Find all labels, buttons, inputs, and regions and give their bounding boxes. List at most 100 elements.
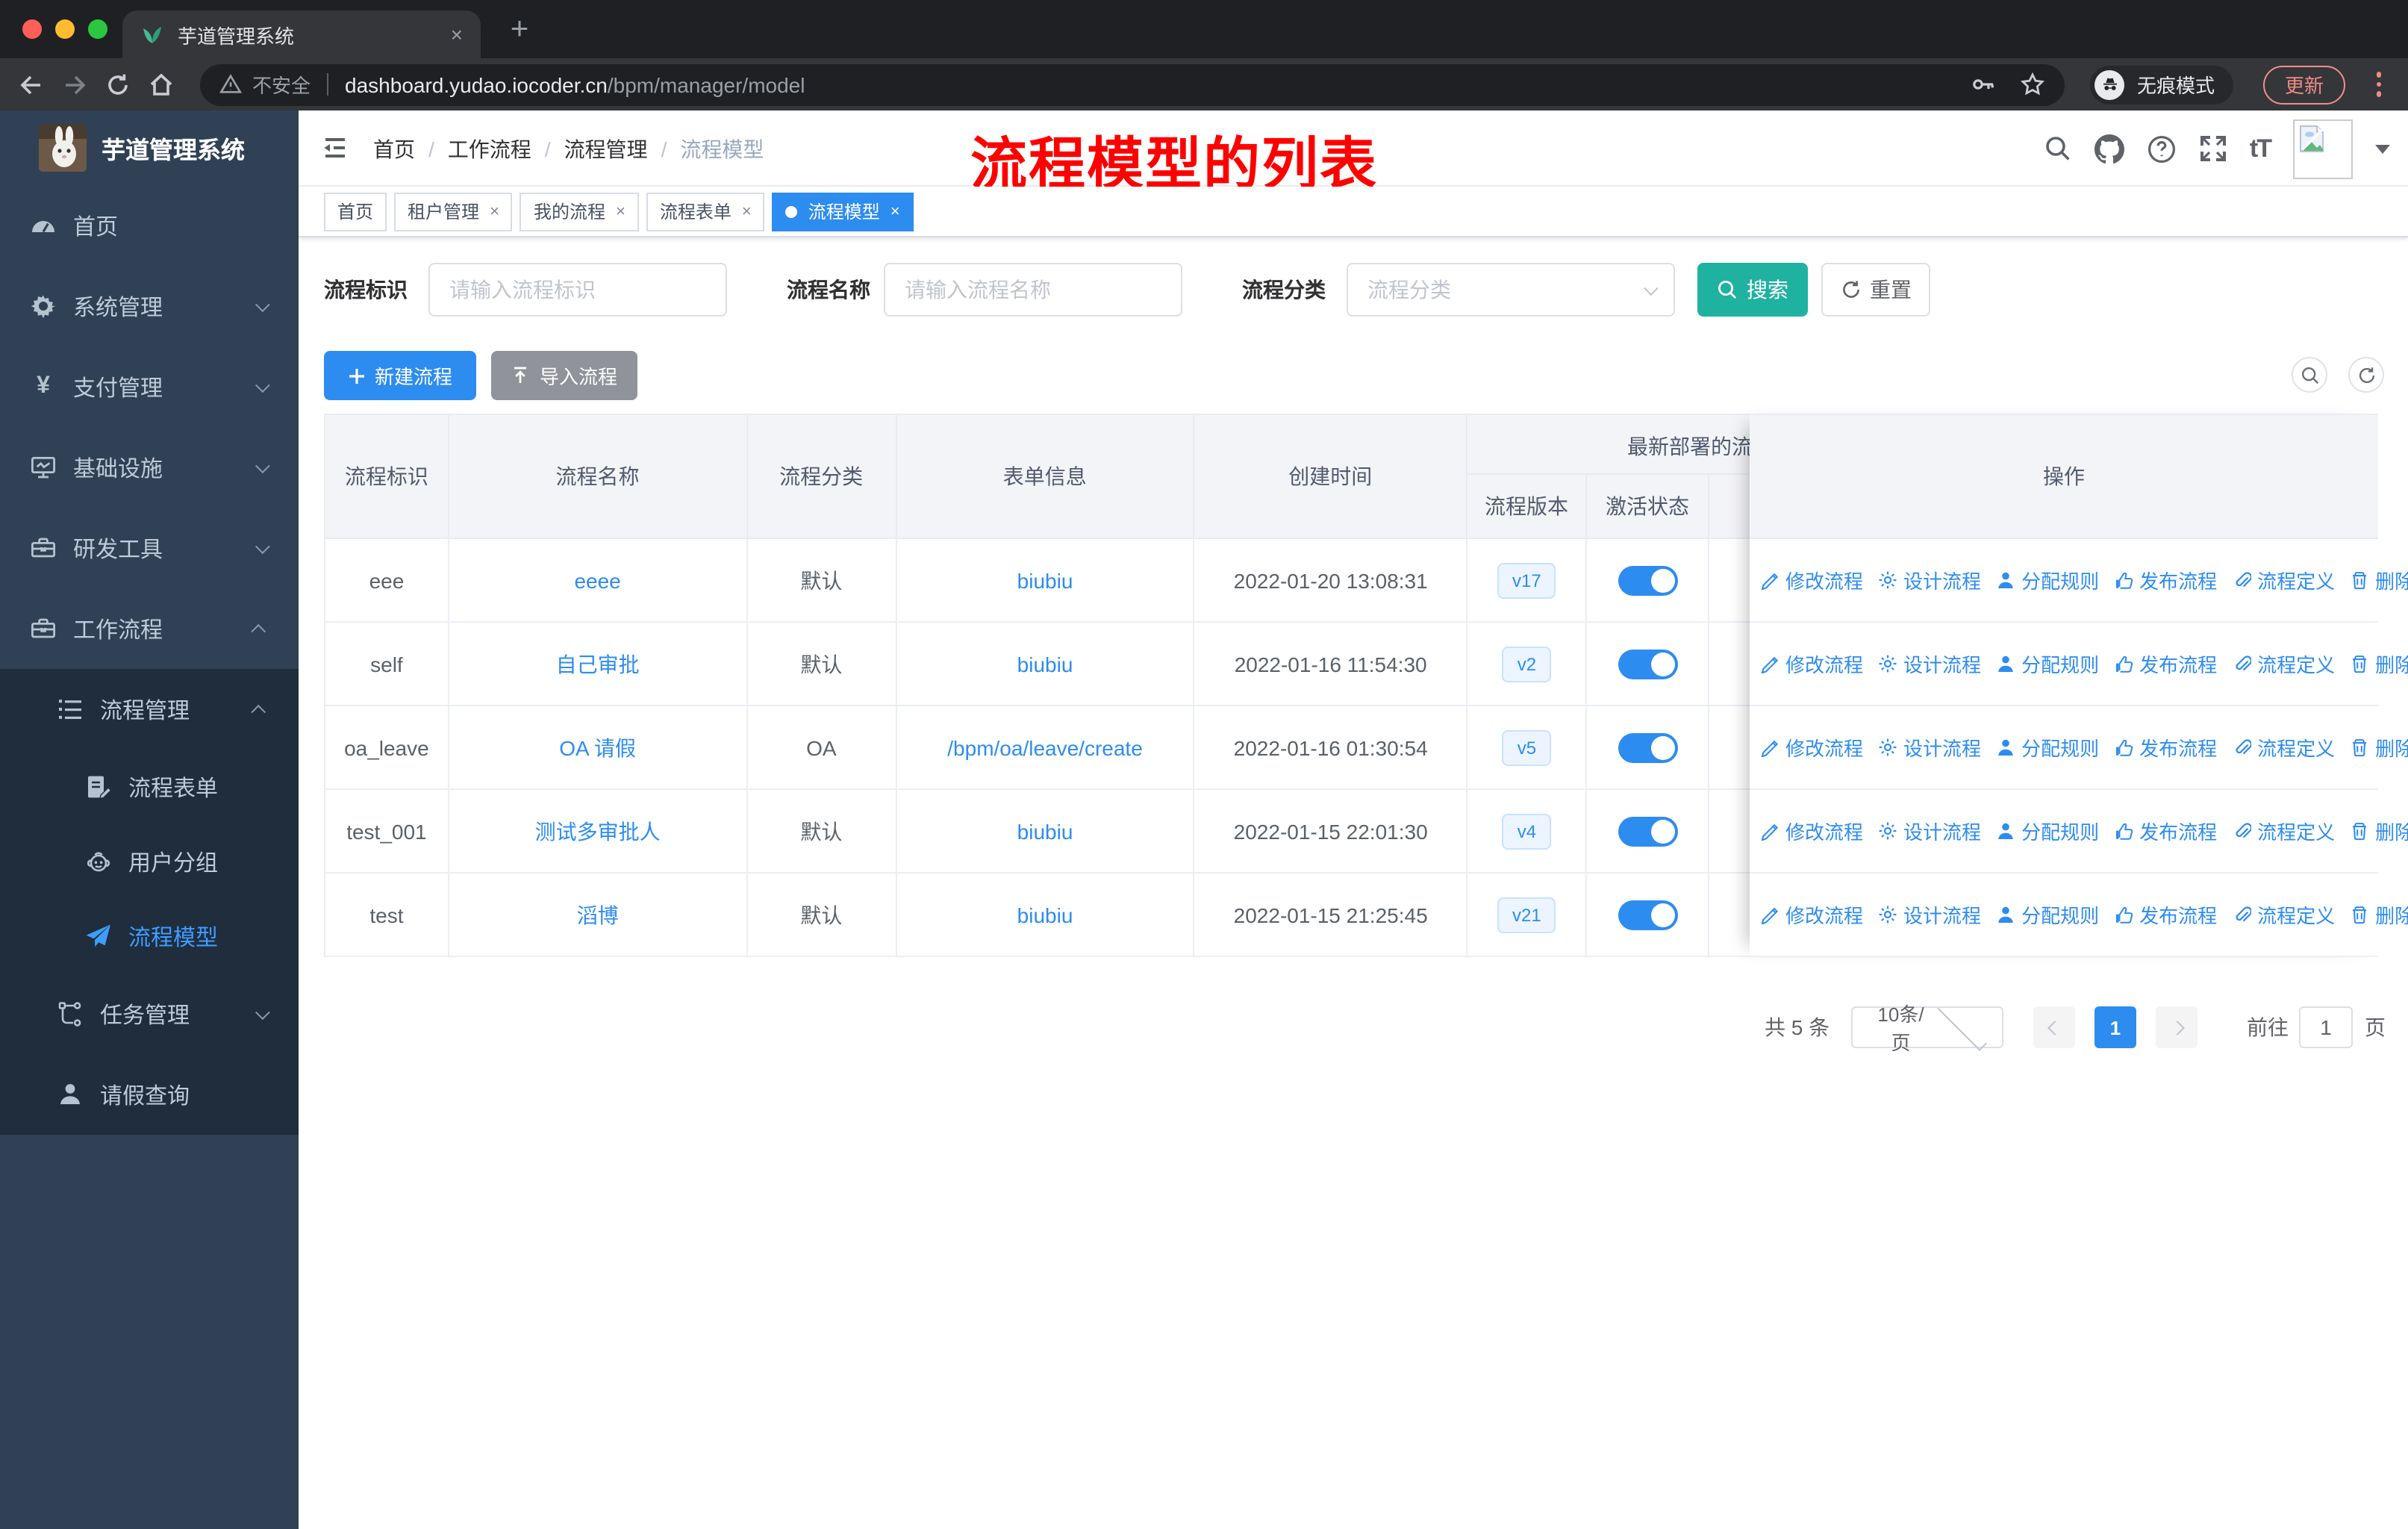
active-toggle[interactable] (1618, 816, 1678, 846)
sidebar-item-process-model[interactable]: 流程模型 (0, 899, 299, 974)
design-process-link[interactable]: 设计流程 (1878, 566, 1981, 594)
close-icon[interactable]: × (490, 202, 499, 220)
current-page-button[interactable]: 1 (2094, 1006, 2136, 1048)
breadcrumb-item[interactable]: 流程管理 (564, 134, 648, 164)
publish-process-link[interactable]: 发布流程 (2114, 566, 2217, 594)
avatar-caret-icon[interactable] (2375, 144, 2390, 153)
process-name-link[interactable]: eeee (574, 568, 620, 592)
edit-process-link[interactable]: 修改流程 (1760, 733, 1863, 762)
url-bar[interactable]: 不安全 dashboard.yudao.iocoder.cn/bpm/manag… (200, 63, 2065, 105)
edit-process-link[interactable]: 修改流程 (1760, 900, 1863, 929)
assign-rule-link[interactable]: 分配规则 (1996, 566, 2099, 594)
avatar[interactable] (2293, 119, 2353, 178)
minimize-window-button[interactable] (55, 19, 75, 39)
sidebar-item-payment[interactable]: ¥ 支付管理 (0, 346, 299, 427)
page-size-select[interactable]: 10条/页 (1851, 1000, 2003, 1054)
breadcrumb-item[interactable]: 首页 (373, 134, 415, 164)
active-toggle[interactable] (1618, 900, 1678, 929)
reset-button[interactable]: 重置 (1821, 263, 1930, 317)
close-icon[interactable]: × (616, 202, 626, 220)
sidebar-item-process-form[interactable]: 流程表单 (0, 750, 299, 824)
assign-rule-link[interactable]: 分配规则 (1996, 817, 2099, 845)
browser-menu-icon[interactable] (2376, 72, 2381, 97)
sidebar-item-user-group[interactable]: 用户分组 (0, 824, 299, 899)
sidebar-item-workflow[interactable]: 工作流程 (0, 588, 299, 669)
assign-rule-link[interactable]: 分配规则 (1996, 900, 2099, 929)
password-key-icon[interactable] (1971, 72, 1997, 97)
process-name-link[interactable]: 测试多审批人 (535, 816, 661, 846)
forward-icon[interactable] (61, 71, 88, 98)
bookmark-star-icon[interactable] (2021, 72, 2046, 97)
close-icon[interactable]: × (742, 202, 752, 220)
design-process-link[interactable]: 设计流程 (1878, 900, 1981, 929)
design-process-link[interactable]: 设计流程 (1878, 817, 1981, 845)
prev-page-button[interactable] (2033, 1006, 2075, 1048)
process-name-link[interactable]: 滔博 (577, 900, 619, 929)
browser-tab[interactable]: 芋道管理系统 × (122, 10, 481, 58)
close-icon[interactable]: × (890, 202, 900, 220)
process-definition-link[interactable]: 流程定义 (2232, 817, 2335, 845)
tag-home[interactable]: 首页 (324, 192, 387, 231)
tag-tenant[interactable]: 租户管理 × (394, 192, 513, 231)
active-toggle[interactable] (1618, 732, 1678, 762)
assign-rule-link[interactable]: 分配规则 (1996, 650, 2099, 678)
back-icon[interactable] (18, 71, 45, 98)
close-window-button[interactable] (22, 19, 42, 39)
active-toggle[interactable] (1618, 565, 1678, 595)
tab-close-icon[interactable]: × (451, 22, 463, 46)
publish-process-link[interactable]: 发布流程 (2114, 733, 2217, 762)
help-icon[interactable] (2147, 134, 2177, 164)
reload-icon[interactable] (105, 71, 131, 98)
tag-my-process[interactable]: 我的流程 × (520, 192, 639, 231)
import-process-button[interactable]: 导入流程 (491, 351, 637, 400)
delete-link[interactable]: 删除 (2350, 650, 2408, 678)
github-icon[interactable] (2094, 134, 2124, 164)
delete-link[interactable]: 删除 (2350, 566, 2408, 594)
browser-update-button[interactable]: 更新 (2263, 65, 2345, 104)
goto-page-input[interactable] (2299, 1006, 2353, 1048)
sidebar-item-system[interactable]: 系统管理 (0, 266, 299, 346)
process-name-link[interactable]: 自己审批 (556, 649, 640, 679)
sidebar-collapse-icon[interactable] (319, 133, 349, 163)
filter-name-input[interactable] (884, 263, 1182, 317)
design-process-link[interactable]: 设计流程 (1878, 733, 1981, 762)
filter-id-input[interactable] (428, 263, 727, 317)
process-definition-link[interactable]: 流程定义 (2232, 650, 2335, 678)
tag-process-form[interactable]: 流程表单 × (646, 192, 765, 231)
fullscreen-icon[interactable] (2199, 134, 2227, 163)
toggle-search-button[interactable] (2292, 357, 2327, 393)
search-button[interactable]: 搜索 (1697, 263, 1808, 317)
form-info-link[interactable]: /bpm/oa/leave/create (947, 735, 1143, 759)
sidebar-item-task-manage[interactable]: 任务管理 (0, 974, 299, 1054)
create-process-button[interactable]: 新建流程 (324, 351, 476, 400)
delete-link[interactable]: 删除 (2350, 817, 2408, 845)
sidebar-item-home[interactable]: 首页 (0, 185, 299, 266)
next-page-button[interactable] (2156, 1006, 2198, 1048)
delete-link[interactable]: 删除 (2350, 900, 2408, 929)
form-info-link[interactable]: biubiu (1017, 819, 1073, 843)
tag-process-model[interactable]: 流程模型 × (772, 192, 914, 231)
breadcrumb-item[interactable]: 工作流程 (448, 134, 531, 164)
publish-process-link[interactable]: 发布流程 (2114, 900, 2217, 929)
process-definition-link[interactable]: 流程定义 (2232, 733, 2335, 762)
search-icon[interactable] (2044, 134, 2072, 163)
form-info-link[interactable]: biubiu (1017, 568, 1073, 592)
sidebar-item-leave-query[interactable]: 请假查询 (0, 1054, 299, 1135)
process-definition-link[interactable]: 流程定义 (2232, 900, 2335, 929)
edit-process-link[interactable]: 修改流程 (1760, 817, 1863, 845)
sidebar-item-process-manage[interactable]: 流程管理 (0, 669, 299, 750)
active-toggle[interactable] (1618, 649, 1678, 679)
home-icon[interactable] (148, 71, 175, 98)
process-definition-link[interactable]: 流程定义 (2232, 566, 2335, 594)
edit-process-link[interactable]: 修改流程 (1760, 650, 1863, 678)
assign-rule-link[interactable]: 分配规则 (1996, 733, 2099, 762)
insecure-label[interactable]: 不安全 (252, 70, 311, 99)
delete-link[interactable]: 删除 (2350, 733, 2408, 762)
publish-process-link[interactable]: 发布流程 (2114, 650, 2217, 678)
sidebar-item-infra[interactable]: 基础设施 (0, 427, 299, 508)
edit-process-link[interactable]: 修改流程 (1760, 566, 1863, 594)
form-info-link[interactable]: biubiu (1017, 903, 1073, 927)
design-process-link[interactable]: 设计流程 (1878, 650, 1981, 678)
font-size-icon[interactable]: tT (2250, 134, 2272, 164)
publish-process-link[interactable]: 发布流程 (2114, 817, 2217, 845)
